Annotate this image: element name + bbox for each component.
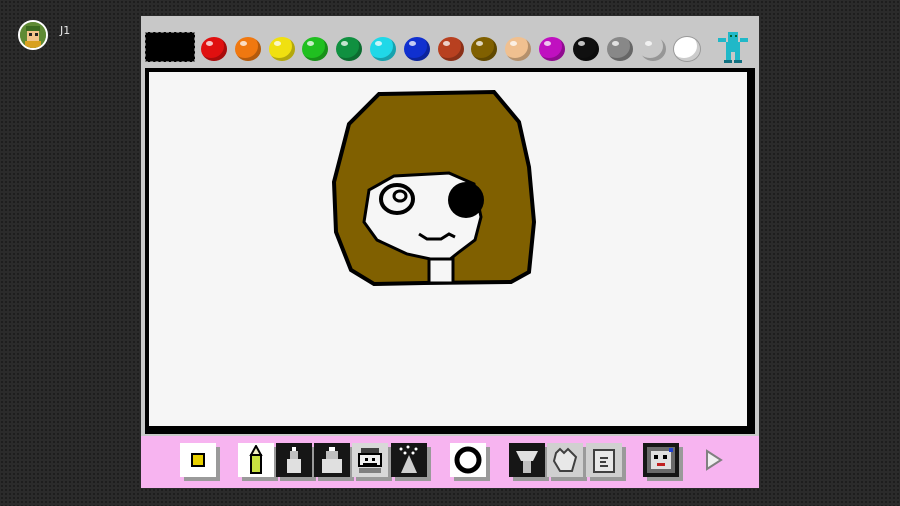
tool-bar	[141, 436, 759, 488]
undo-tool[interactable]	[643, 443, 679, 477]
canvas-frame	[145, 68, 755, 434]
swatch-black[interactable]	[572, 37, 599, 61]
swatch-orange[interactable]	[234, 37, 261, 61]
swatch-white[interactable]	[674, 37, 701, 61]
right-eye	[448, 182, 484, 218]
swatch-brown[interactable]	[471, 37, 498, 61]
paint-bucket-icon	[516, 451, 538, 473]
eraser-tool[interactable]	[586, 443, 622, 477]
spray-icon	[399, 445, 418, 473]
brush-size-icon	[191, 453, 205, 467]
drawing-canvas[interactable]	[149, 72, 747, 426]
swatch-green[interactable]	[302, 37, 329, 61]
swatch-yellow[interactable]	[268, 37, 295, 61]
pencil-icon	[249, 445, 263, 474]
brush-size-tool[interactable]	[180, 443, 216, 477]
left-eye-highlight	[392, 189, 408, 203]
hand-icon	[552, 447, 578, 472]
player-indicator: J1	[18, 20, 70, 50]
mario-stamp-icon	[358, 448, 382, 473]
fill-tool[interactable]	[509, 443, 545, 477]
swatch-brown-red[interactable]	[437, 37, 464, 61]
circle-icon	[454, 446, 482, 474]
color-palette	[141, 16, 759, 68]
eraser-icon	[593, 449, 615, 473]
current-color-indicator	[145, 32, 195, 62]
swatch-light-gray[interactable]	[640, 37, 667, 61]
thick-marker-icon	[322, 447, 342, 473]
spray-tool[interactable]	[391, 443, 427, 477]
paint-app	[141, 16, 759, 488]
swatch-cyan[interactable]	[370, 37, 396, 61]
player-avatar-icon	[18, 20, 48, 50]
shape-tool[interactable]	[450, 443, 486, 477]
thick-marker-tool[interactable]	[314, 443, 350, 477]
next-page-tool[interactable]	[696, 443, 732, 477]
pencil-tool[interactable]	[238, 443, 274, 477]
player-label: J1	[60, 23, 71, 37]
undo-dog-icon	[647, 447, 675, 473]
hand-tool[interactable]	[547, 443, 583, 477]
stamp-tool[interactable]	[352, 443, 388, 477]
neck-shape	[427, 257, 455, 285]
swatch-peach[interactable]	[505, 37, 532, 61]
marker-tool[interactable]	[276, 443, 312, 477]
swatch-magenta[interactable]	[539, 37, 565, 61]
robot-mascot-icon[interactable]	[714, 30, 752, 64]
drawing	[331, 89, 537, 287]
swatch-dark-green[interactable]	[336, 37, 363, 61]
swatch-blue[interactable]	[403, 37, 430, 61]
arrow-right-icon	[706, 449, 723, 471]
marker-icon	[287, 447, 301, 473]
swatch-red[interactable]	[201, 37, 227, 61]
swatch-gray[interactable]	[606, 37, 633, 61]
